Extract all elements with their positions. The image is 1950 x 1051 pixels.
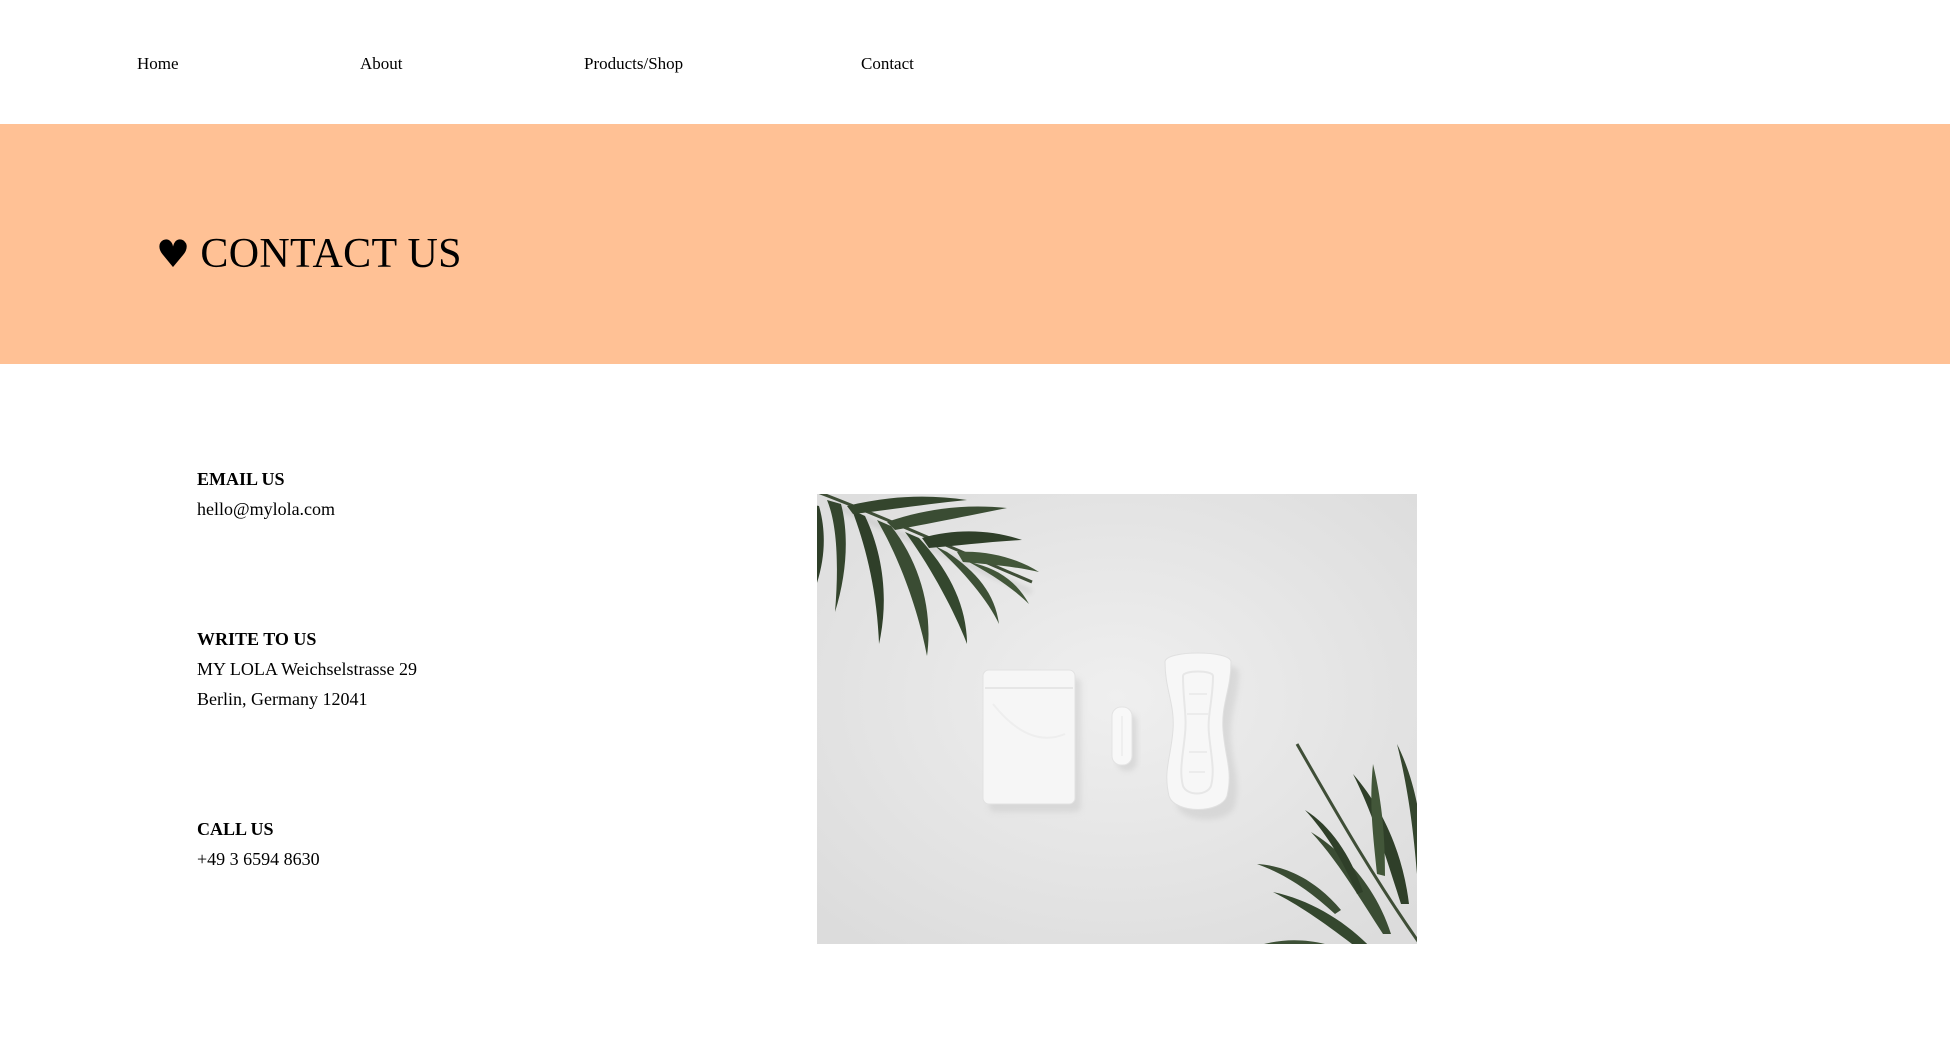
email-address[interactable]: hello@mylola.com — [197, 494, 677, 524]
nav-link-about[interactable]: About — [360, 54, 403, 74]
top-navigation: Home About Products/Shop Contact — [0, 0, 1950, 124]
nav-link-contact[interactable]: Contact — [861, 54, 914, 74]
product-photo-illustration — [817, 494, 1417, 944]
address-line-1: MY LOLA Weichselstrasse 29 — [197, 659, 418, 679]
page-title: ♥ CONTACT US — [156, 230, 462, 278]
contact-hero-banner: ♥ CONTACT US — [0, 124, 1950, 364]
heart-icon: ♥ — [156, 232, 191, 276]
email-label: EMAIL US — [197, 469, 285, 489]
call-section: CALL US +49 3 6594 8630 — [197, 814, 677, 874]
product-photo — [817, 494, 1417, 944]
pad-icon — [1164, 652, 1239, 820]
write-label: WRITE TO US — [197, 629, 317, 649]
write-section: WRITE TO US MY LOLA Weichselstrasse 29 B… — [197, 624, 677, 714]
nav-link-home[interactable]: Home — [137, 54, 179, 74]
tampon-icon — [1111, 706, 1137, 771]
folded-pad-icon — [982, 669, 1081, 812]
address-line-2: Berlin, Germany 12041 — [197, 689, 368, 709]
call-label: CALL US — [197, 819, 274, 839]
nav-link-products-shop[interactable]: Products/Shop — [584, 54, 683, 74]
email-section: EMAIL US hello@mylola.com — [197, 464, 677, 524]
phone-number[interactable]: +49 3 6594 8630 — [197, 844, 677, 874]
page-title-text: CONTACT US — [200, 231, 462, 277]
